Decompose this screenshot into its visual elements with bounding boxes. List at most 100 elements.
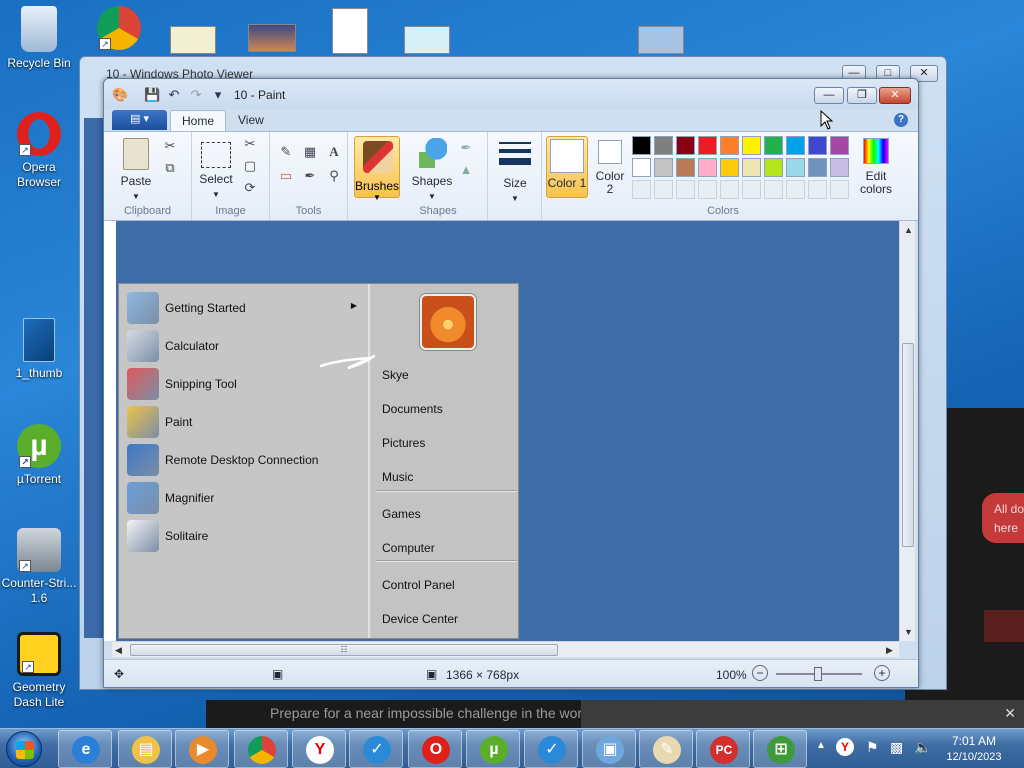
palette-swatch[interactable] [830,158,849,177]
fill-shape-icon[interactable]: ▲ [456,160,476,180]
color-picker-icon[interactable]: ✒ [300,166,320,186]
taskbar-app-button[interactable]: ▤ [118,730,172,768]
taskbar-app-button[interactable]: ⊞ [753,730,807,768]
fill-icon[interactable]: ▦ [300,142,320,162]
palette-swatch[interactable] [786,136,805,155]
desktop-icon-counter-strike[interactable]: ↗ Counter-Stri... 1.6 [0,528,78,606]
taskbar-app-button[interactable]: ✎ [639,730,693,768]
copy-icon[interactable]: ⧉ [160,158,180,178]
palette-swatch[interactable] [764,136,783,155]
taskbar-app-button[interactable]: ▣ [582,730,636,768]
scroll-up-icon[interactable]: ▲ [904,225,913,235]
taskbar-app-button[interactable]: PC [696,730,750,768]
palette-swatch[interactable] [676,158,695,177]
clock[interactable]: 7:01 AM 12/10/2023 [942,733,1006,765]
palette-swatch[interactable] [808,136,827,155]
magnifier-icon[interactable]: ⚲ [324,166,344,186]
desktop-thumb-4[interactable] [638,26,684,54]
cut-icon[interactable]: ✂ [160,136,180,156]
vertical-scrollbar[interactable]: ▲ ▼ [899,221,915,641]
palette-swatch[interactable] [654,136,673,155]
color2-button[interactable]: Color 2 [592,138,628,196]
tab-view[interactable]: View [227,110,275,131]
edit-colors-button[interactable]: Edit colors [854,138,898,196]
palette-swatch[interactable] [742,180,761,199]
palette-swatch[interactable] [698,158,717,177]
palette-swatch[interactable] [698,180,717,199]
close-icon[interactable]: ✕ [1004,705,1016,722]
taskbar-app-button[interactable]: Y [292,730,346,768]
palette-swatch[interactable] [830,180,849,199]
palette-swatch[interactable] [786,180,805,199]
undo-icon[interactable]: ↶ [166,87,182,103]
palette-swatch[interactable] [764,158,783,177]
scroll-left-icon[interactable]: ◀ [115,645,122,656]
eraser-icon[interactable]: ▭ [276,166,296,186]
network-icon[interactable]: ▩ [890,739,903,756]
resize-icon[interactable]: ▢ [240,156,260,176]
flag-icon[interactable]: ⚑ [866,739,879,756]
taskbar-app-button[interactable]: ▶ [175,730,229,768]
shapes-button[interactable]: Shapes ▼ [410,138,454,202]
desktop-thumb-1[interactable] [170,26,216,54]
vertical-scroll-thumb[interactable] [902,343,914,547]
palette-swatch[interactable] [764,180,783,199]
palette-swatch[interactable] [830,136,849,155]
zoom-out-button[interactable]: − [752,665,768,681]
palette-swatch[interactable] [676,180,695,199]
horizontal-scrollbar[interactable]: ◀ ☷ ▶ [112,641,899,657]
desktop-thumb-3[interactable] [404,26,450,54]
palette-swatch[interactable] [786,158,805,177]
maximize-button[interactable]: ❐ [847,87,877,104]
scroll-down-icon[interactable]: ▼ [904,627,913,637]
file-menu-button[interactable]: ▤ ▾ [112,110,167,130]
palette-swatch[interactable] [742,158,761,177]
color1-button[interactable]: Color 1 [546,136,588,198]
palette-swatch[interactable] [654,158,673,177]
brushes-button[interactable]: Brushes ▼ [354,136,400,202]
scroll-right-icon[interactable]: ▶ [886,645,893,656]
taskbar-app-button[interactable]: e [58,730,112,768]
desktop-document-icon[interactable] [332,8,368,54]
paste-button[interactable]: Paste ▼ [116,138,156,202]
palette-swatch[interactable] [654,180,673,199]
rotate-icon[interactable]: ⟳ [240,178,260,198]
start-button[interactable] [6,731,42,767]
zoom-slider-thumb[interactable] [814,667,822,681]
palette-swatch[interactable] [632,136,651,155]
palette-swatch[interactable] [742,136,761,155]
palette-swatch[interactable] [632,158,651,177]
crop-icon[interactable]: ✂ [240,134,260,154]
zoom-in-button[interactable]: + [874,665,890,681]
palette-swatch[interactable] [632,180,651,199]
redo-icon[interactable]: ↷ [188,87,204,103]
taskbar-app-button[interactable]: ✓ [524,730,578,768]
palette-swatch[interactable] [698,136,717,155]
taskbar-app-button[interactable]: µ [466,730,520,768]
taskbar-app-button[interactable]: ✓ [349,730,403,768]
tab-home[interactable]: Home [170,110,227,131]
palette-swatch[interactable] [720,158,739,177]
palette-swatch[interactable] [676,136,695,155]
text-icon[interactable]: A [324,142,344,162]
palette-swatch[interactable] [808,180,827,199]
size-button[interactable]: Size ▼ [494,138,536,204]
save-icon[interactable]: 💾 [144,87,160,103]
desktop-icon-opera[interactable]: ↗ Opera Browser [0,112,78,190]
customize-quick-access-icon[interactable]: ▾ [210,87,226,103]
volume-muted-icon[interactable]: 🔈 [914,739,931,756]
desktop-icon-geometry-dash[interactable]: ↗ Geometry Dash Lite [0,632,78,710]
zoom-slider[interactable] [776,667,862,681]
horizontal-scroll-thumb[interactable]: ☷ [130,644,558,656]
desktop-thumb-2[interactable] [248,24,296,52]
desktop-icon-chrome[interactable]: ↗ [80,6,158,54]
pencil-icon[interactable]: ✎ [276,142,296,162]
desktop-icon-recycle-bin[interactable]: Recycle Bin [0,6,78,71]
tray-up-arrow-icon[interactable]: ▲ [816,740,826,751]
palette-swatch[interactable] [720,180,739,199]
yandex-tray-icon[interactable]: Y [836,738,854,756]
taskbar-app-button[interactable] [234,730,288,768]
minimize-button[interactable]: — [814,87,844,104]
taskbar-app-button[interactable]: O [408,730,462,768]
close-button[interactable]: ✕ [879,87,911,104]
